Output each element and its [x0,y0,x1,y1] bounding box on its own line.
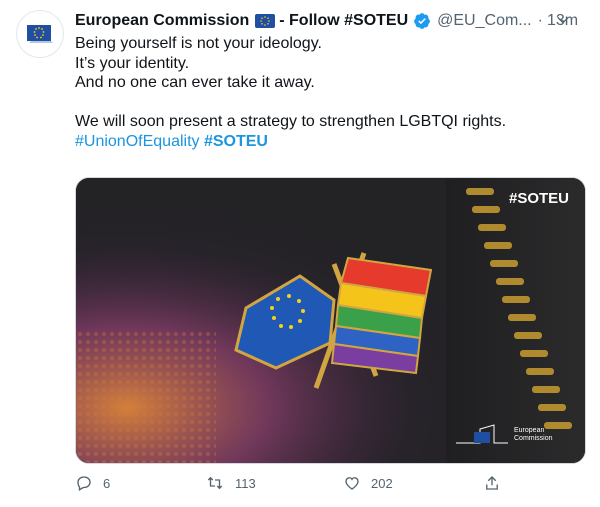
ec-logo-icon [456,424,508,444]
share-button[interactable] [483,474,501,492]
author-name[interactable]: European Commission [75,12,249,30]
avatar[interactable] [16,10,64,58]
logo-line-1: European [514,427,545,434]
tweet-line: We will soon present a strategy to stren… [75,113,507,130]
tweet-line: And no one can ever take it away. [75,74,315,91]
retweet-count: 113 [235,475,256,491]
hashtag-soteu[interactable]: #SOTEU [204,133,268,150]
reply-count: 6 [103,475,111,491]
verified-badge-icon [413,12,431,30]
hashtags: #UnionOfEquality #SOTEU [75,132,585,152]
eu-flag-avatar-icon [27,25,53,43]
retweet-icon [207,476,223,490]
follow-text[interactable]: - Follow #SOTEU [279,12,408,30]
logo-line-2: Commission [514,435,553,442]
tweet-text: Being yourself is not your ideology. It’… [75,34,585,151]
like-count: 202 [371,475,393,491]
eu-flag-emoji-icon [255,14,276,28]
tweet-line: It’s your identity. [75,54,190,72]
separator-dot: · [537,12,543,29]
image-hashtag-overlay: #SOTEU [508,190,569,207]
like-icon [345,477,359,490]
tweet-card: European Commission - Follow #SOTEU @EU_… [0,0,600,507]
tweet-line: Being yourself is not your ideology. [75,35,322,52]
retweet-button[interactable]: 113 [205,474,256,492]
reply-icon [77,476,91,491]
author-handle[interactable]: @EU_Com... [437,12,531,30]
reply-button[interactable]: 6 [75,474,110,492]
share-icon [486,476,498,490]
like-button[interactable]: 202 [343,474,393,492]
hashtag-union-of-equality[interactable]: #UnionOfEquality [75,133,200,150]
tweet-image[interactable]: #SOTEU European Commission [75,177,586,464]
tweet-actions: 6 113 202 [75,474,585,498]
tweet-header: European Commission - Follow #SOTEU @EU_… [75,10,585,32]
chevron-down-icon[interactable] [555,12,571,33]
ec-logo: European Commission [454,423,553,447]
